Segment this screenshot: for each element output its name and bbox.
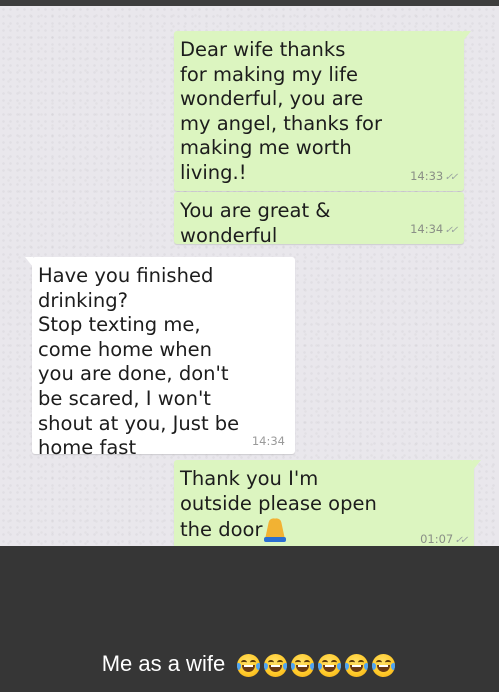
bubble-tail: [473, 460, 481, 470]
read-ticks-icon: ✓✓: [453, 535, 468, 546]
read-ticks-icon: ✓✓: [443, 172, 458, 183]
caption-area: Me as a wife: [0, 546, 499, 692]
message-time: 14:34: [410, 222, 444, 236]
message-time: 14:34: [251, 434, 285, 448]
caption-text: Me as a wife: [101, 651, 226, 677]
message-bubble-outgoing[interactable]: Thank you I'm outside please open the do…: [174, 460, 481, 546]
chat-screenshot: Dear wife thanks for making my life wond…: [0, 6, 499, 546]
message-time: 01:07: [420, 532, 454, 546]
message-bubble-incoming[interactable]: Have you finished drinking? Stop texting…: [25, 257, 295, 459]
laughing-tears-icon: [264, 653, 288, 677]
message-meta: 01:07✓✓: [420, 532, 468, 546]
laughing-tears-icon: [345, 653, 369, 677]
laughing-tears-icon: [372, 653, 396, 677]
caption: Me as a wife: [0, 650, 499, 677]
message-bubble-outgoing[interactable]: You are great & wonderful 14:34✓✓: [174, 192, 464, 247]
laughing-tears-icon: [318, 653, 342, 677]
message-bubble-outgoing[interactable]: Dear wife thanks for making my life wond…: [174, 31, 471, 191]
laughing-tears-icon: [291, 653, 315, 677]
laughing-tears-icon: [237, 653, 261, 677]
message-time: 14:33: [410, 169, 444, 183]
message-meta: 14:34: [252, 434, 285, 448]
message-text: Dear wife thanks for making my life wond…: [180, 38, 383, 184]
bubble-tail: [463, 31, 471, 41]
bubble-tail: [25, 257, 33, 267]
folded-hands-icon: [264, 516, 287, 543]
read-ticks-icon: ✓✓: [443, 225, 458, 236]
message-meta: 14:34✓✓: [410, 222, 458, 238]
message-text: Have you finished drinking? Stop texting…: [38, 264, 240, 460]
caption-emojis: [235, 651, 397, 677]
message-meta: 14:33✓✓: [410, 169, 458, 185]
